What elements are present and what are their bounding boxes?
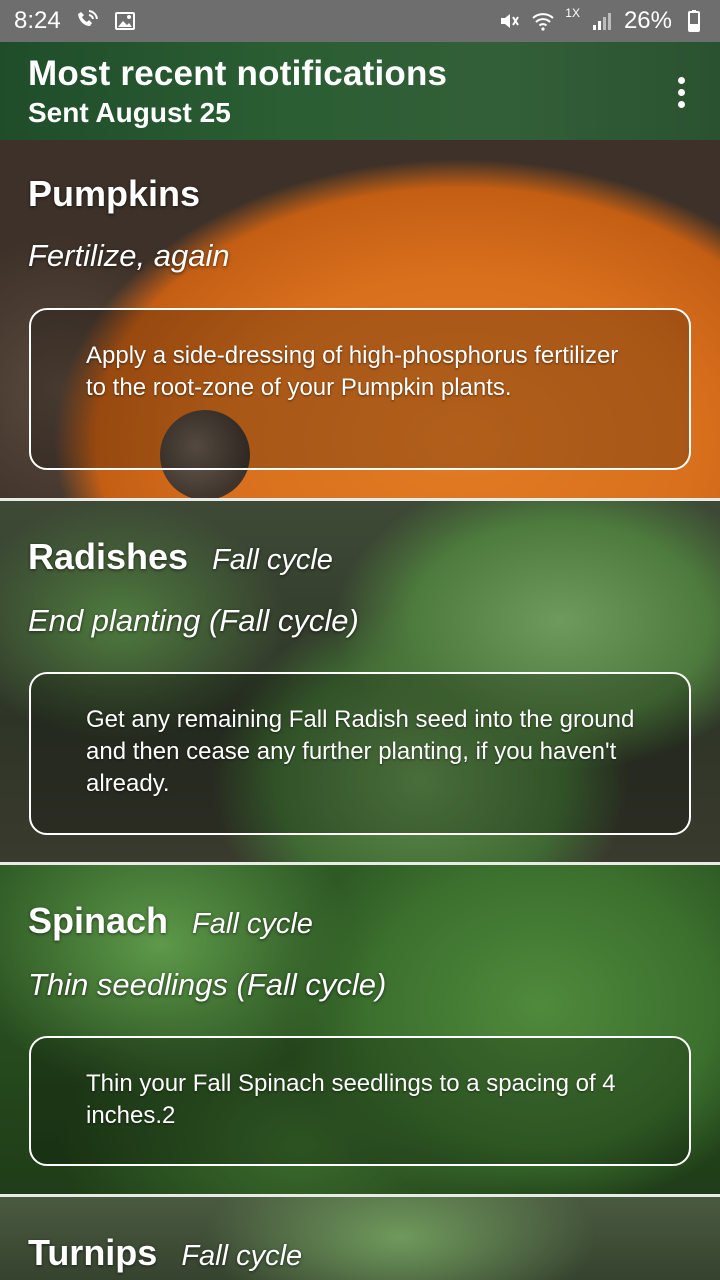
- status-time: 8:24: [14, 7, 61, 34]
- task-title: Thin seedlings (Fall cycle): [28, 967, 387, 1002]
- cycle-label: Fall cycle: [181, 1240, 303, 1272]
- signal-icon: [590, 9, 614, 33]
- mute-icon: [497, 9, 521, 33]
- detail-box: Get any remaining Fall Radish seed into …: [29, 672, 691, 835]
- crop-name: Spinach Fall cycle: [28, 900, 313, 941]
- wifi-icon: [531, 9, 555, 33]
- page-title: Most recent notifications: [28, 54, 448, 93]
- crop-name: Pumpkins: [28, 173, 201, 214]
- page-subtitle: Sent August 25: [28, 97, 231, 128]
- battery-icon: [682, 9, 706, 33]
- status-left: 8:24: [14, 7, 137, 35]
- status-bar: 8:24 1X 26%: [0, 0, 720, 42]
- task-title: End planting (Fall cycle): [28, 603, 359, 638]
- detail-box: Apply a side-dressing of high-phosphorus…: [29, 308, 691, 470]
- crop-name: Turnips Fall cycle: [28, 1232, 303, 1273]
- image-icon: [113, 9, 137, 33]
- network-tag: 1X: [565, 6, 580, 20]
- notification-card-turnips[interactable]: Turnips Fall cycle: [0, 1197, 720, 1280]
- crop-name: Radishes Fall cycle: [28, 536, 333, 577]
- notification-card-spinach[interactable]: Spinach Fall cycle Thin seedlings (Fall c…: [0, 865, 720, 1195]
- notification-card-radishes[interactable]: Radishes Fall cycle End planting (Fall cy…: [0, 501, 720, 863]
- more-vert-icon[interactable]: [664, 72, 698, 112]
- cycle-label: Fall cycle: [192, 908, 313, 940]
- status-right: 1X 26%: [497, 6, 706, 35]
- wifi-calling-icon: [75, 9, 99, 33]
- task-title: Fertilize, again: [28, 238, 230, 273]
- detail-box: Thin your Fall Spinach seedlings to a sp…: [29, 1036, 691, 1166]
- cycle-label: Fall cycle: [212, 544, 333, 576]
- app-bar: Most recent notifications Sent August 25: [0, 42, 720, 140]
- notification-card-pumpkins[interactable]: Pumpkins Fertilize, again Apply a side-d…: [0, 140, 720, 500]
- battery-percent: 26%: [623, 7, 672, 34]
